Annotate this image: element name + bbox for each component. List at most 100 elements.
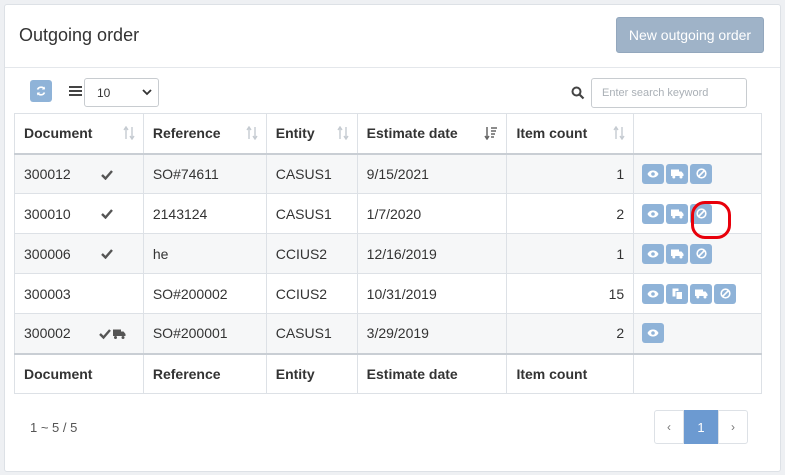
document-cell: 300010	[14, 193, 144, 234]
ban-icon	[696, 168, 707, 179]
table-row: 300003 SO#200002 CCIUS2 10/31/2019 15	[14, 273, 762, 314]
view-button[interactable]	[642, 283, 665, 304]
column-header-item-count[interactable]: Item count	[506, 113, 635, 155]
table-row: 300002 SO#200001 CASUS1 3/29/2019 2	[14, 313, 762, 354]
view-button[interactable]	[642, 323, 665, 344]
panel-header: Outgoing order New outgoing order	[5, 5, 780, 68]
actions-cell	[633, 233, 762, 274]
eye-icon	[647, 290, 659, 297]
column-header-document[interactable]: Document	[14, 113, 144, 155]
pagination-info: 1 ~ 5 / 5	[30, 420, 78, 435]
reference-cell: SO#200002	[142, 273, 267, 314]
sort-desc-icon	[484, 127, 498, 140]
actions-cell	[633, 153, 762, 194]
refresh-button[interactable]	[30, 80, 52, 102]
ship-button[interactable]	[666, 243, 689, 264]
copy-icon	[672, 288, 683, 300]
ban-icon	[720, 288, 731, 299]
refresh-icon	[36, 86, 46, 96]
entity-cell: CCIUS2	[265, 273, 358, 314]
item-count-cell: 2	[506, 193, 635, 234]
sort-icon	[337, 126, 349, 140]
item-count-cell: 2	[506, 313, 635, 354]
ship-button[interactable]	[666, 203, 689, 224]
pagination: ‹ 1 ›	[654, 410, 748, 444]
cancel-button[interactable]	[714, 283, 737, 304]
actions-cell	[633, 193, 762, 234]
eye-icon	[647, 170, 659, 178]
check-icon	[100, 209, 113, 219]
entity-cell: CASUS1	[265, 193, 358, 234]
actions-cell	[633, 313, 762, 354]
actions-cell	[633, 273, 762, 314]
document-cell: 300006	[14, 233, 144, 274]
check-truck-icon	[98, 329, 126, 340]
prev-page-button[interactable]: ‹	[654, 410, 684, 444]
document-cell: 300002	[14, 313, 144, 354]
truck-icon	[694, 289, 708, 298]
footer-header-item-count: Item count	[506, 352, 635, 394]
entity-cell: CASUS1	[265, 313, 358, 354]
reference-cell: he	[142, 233, 267, 274]
footer-header-actions	[633, 352, 762, 394]
footer-header-estimate-date: Estimate date	[356, 352, 508, 394]
check-icon	[100, 169, 113, 180]
ban-icon	[696, 208, 707, 219]
orders-table: Document Reference Entity Estimate date …	[14, 113, 762, 394]
view-button[interactable]	[642, 163, 665, 184]
column-header-actions	[633, 113, 762, 155]
ban-icon	[696, 248, 707, 259]
next-page-button[interactable]: ›	[718, 410, 748, 444]
search-input[interactable]	[591, 78, 747, 108]
table-row: 300012 SO#74611 CASUS1 9/15/2021 1	[14, 153, 762, 194]
reference-cell: SO#74611	[142, 153, 267, 194]
view-button[interactable]	[642, 243, 665, 264]
page-size-value: 10	[97, 85, 111, 100]
new-outgoing-order-button[interactable]: New outgoing order	[616, 17, 764, 53]
column-header-reference[interactable]: Reference	[142, 113, 267, 155]
item-count-cell: 1	[506, 233, 635, 274]
sort-icon	[123, 126, 135, 140]
view-button[interactable]	[642, 203, 665, 224]
chevron-down-icon	[142, 89, 152, 96]
document-cell: 300003	[14, 273, 144, 314]
footer-header-reference: Reference	[142, 352, 267, 394]
estimate-date-cell: 1/7/2020	[356, 193, 508, 234]
table-row: 300006 he CCIUS2 12/16/2019 1	[14, 233, 762, 274]
copy-button[interactable]	[666, 283, 689, 304]
page-size-select[interactable]: 10	[84, 78, 159, 107]
table-row: 300010 2143124 CASUS1 1/7/2020 2	[14, 193, 762, 234]
search-icon	[571, 86, 585, 100]
footer-header-document: Document	[14, 352, 144, 394]
eye-icon	[647, 210, 659, 217]
ship-button[interactable]	[666, 163, 689, 184]
estimate-date-cell: 9/15/2021	[356, 153, 508, 194]
item-count-cell: 15	[506, 273, 635, 314]
check-icon	[100, 249, 113, 259]
entity-cell: CCIUS2	[265, 233, 358, 274]
column-header-entity[interactable]: Entity	[265, 113, 358, 155]
item-count-cell: 1	[506, 153, 635, 194]
list-icon	[69, 86, 82, 97]
truck-icon	[670, 169, 684, 179]
estimate-date-cell: 10/31/2019	[356, 273, 508, 314]
estimate-date-cell: 12/16/2019	[356, 233, 508, 274]
footer-header-entity: Entity	[265, 352, 358, 394]
eye-icon	[647, 329, 659, 337]
column-header-estimate-date[interactable]: Estimate date	[356, 113, 508, 155]
reference-cell: SO#200001	[142, 313, 267, 354]
cancel-button[interactable]	[690, 163, 713, 184]
sort-icon	[246, 126, 258, 140]
sort-icon	[613, 126, 625, 140]
ship-button[interactable]	[690, 283, 713, 304]
document-cell: 300012	[14, 153, 144, 194]
reference-cell: 2143124	[142, 193, 267, 234]
truck-icon	[670, 249, 684, 258]
estimate-date-cell: 3/29/2019	[356, 313, 508, 354]
cancel-button[interactable]	[690, 203, 713, 224]
cancel-button[interactable]	[690, 243, 713, 264]
page-title: Outgoing order	[19, 25, 140, 45]
truck-icon	[670, 209, 684, 218]
eye-icon	[647, 250, 659, 257]
page-1-button[interactable]: 1	[684, 410, 718, 444]
